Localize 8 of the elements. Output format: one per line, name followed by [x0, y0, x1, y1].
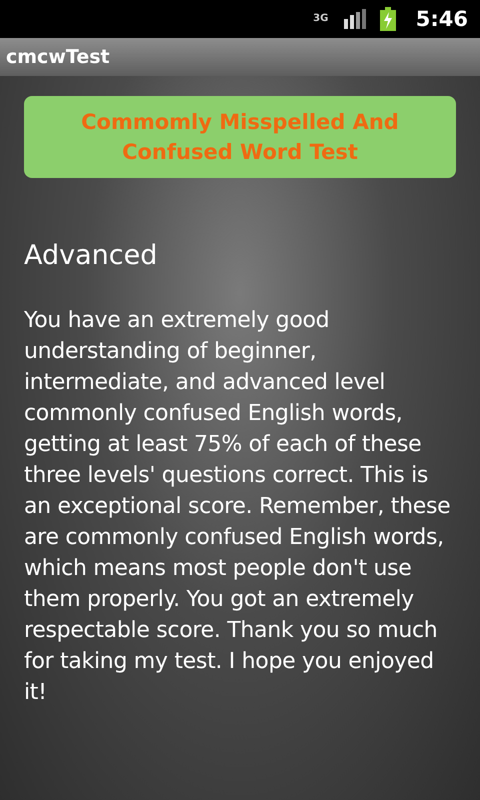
battery-charging-icon [380, 7, 396, 31]
app-title: cmcwTest [6, 46, 110, 68]
test-title-button[interactable]: Commomly Misspelled And Confused Word Test [24, 96, 456, 178]
level-heading: Advanced [24, 240, 158, 271]
network-type-icon: 3G [312, 14, 330, 24]
signal-icon [344, 9, 366, 29]
clock: 5:46 [416, 7, 468, 31]
result-message: You have an extremely good understanding of beginner, intermediate, and advanced level commonly confused English words, getting at least 75% of each of these three levels' questions correct. This is an exceptional score. Remember, these are commonly confused English words, which means most people don't use them properly. You got an extremely respectable score. Thank you so much for taking my test. I hope you enjoyed it! [24, 307, 452, 707]
